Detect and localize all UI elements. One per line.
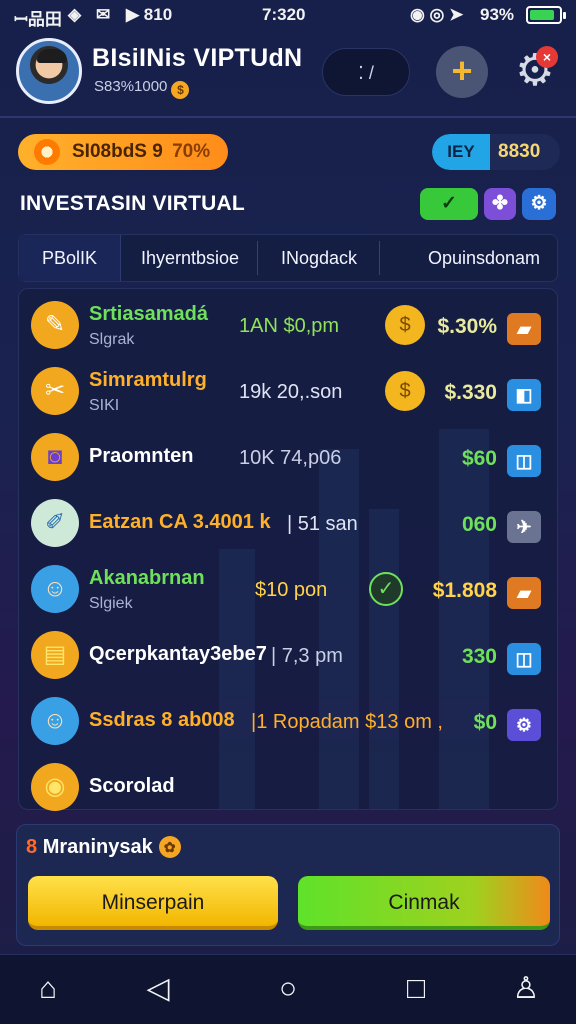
row-icon: ◙: [31, 433, 79, 481]
row-action-button[interactable]: ✈: [507, 511, 541, 543]
tab-feedback[interactable]: INogdack: [259, 235, 379, 281]
tab-investment[interactable]: Ihyerntbsioe: [123, 235, 257, 281]
row-action-button[interactable]: ▰: [507, 313, 541, 345]
row-price: $.330: [444, 381, 497, 404]
row-name: Srtiasamadá: [89, 303, 208, 325]
section-title: INVESTASIN VIRTUAL: [20, 192, 245, 215]
row-action-button[interactable]: ◫: [507, 643, 541, 675]
list-item[interactable]: ◉ Scorolad: [19, 757, 559, 823]
back-icon[interactable]: ◁: [136, 967, 180, 1011]
list-item[interactable]: ☺ Akanabrnan Slgiek $10 pon ✓ $1.808 ▰: [19, 559, 559, 625]
row-price: 330: [461, 645, 497, 668]
tab-options[interactable]: Opuinsdonam: [409, 235, 559, 281]
level-icon: [34, 139, 60, 165]
profile-icon[interactable]: ♙: [504, 967, 548, 1011]
row-name: Ssdras 8 ab008: [89, 709, 235, 731]
battery-icon: [526, 6, 566, 24]
list-item[interactable]: ☺ Ssdras 8 ab008 |1 Ropadam $13 om , $0 …: [19, 691, 559, 757]
row-subtitle: Slgrak: [89, 331, 135, 348]
row-name: Praomnten: [89, 445, 194, 467]
row-detail: 19k 20,.son: [239, 381, 343, 403]
investment-list: ✎ Srtiasamadá Slgrak 1AN $0,pm $ $.30% ▰…: [18, 288, 559, 811]
bottom-label: 8 Mraninysak ✿: [26, 836, 181, 859]
row-icon: ✐: [31, 499, 79, 547]
row-action-button[interactable]: ◧: [507, 379, 541, 411]
currency-code: IEY: [432, 134, 490, 170]
right-action-button[interactable]: Cinmak: [298, 876, 550, 930]
list-item[interactable]: ✐ Eatzan CA 3.4001 k | 51 san 060 ✈: [19, 493, 559, 559]
currency-pill[interactable]: IEY 8830: [432, 134, 560, 170]
row-detail: | 7,3 pm: [271, 645, 343, 667]
row-price: $0: [473, 711, 497, 734]
row-icon: ☺: [31, 565, 79, 613]
section-settings-button[interactable]: ⚙: [522, 188, 556, 220]
row-name: Akanabrnan: [89, 567, 205, 589]
row-detail: $10 pon: [255, 579, 328, 601]
row-detail: |1 Ropadam $13 om ,: [251, 711, 443, 733]
row-icon: ◉: [31, 763, 79, 811]
tab-bar: PBolIK Ihyerntbsioe INogdack Opuinsdonam: [18, 234, 558, 282]
home-circle-icon[interactable]: ○: [266, 967, 310, 1011]
puzzle-button[interactable]: ✤: [484, 188, 516, 220]
coin-icon: $: [385, 305, 425, 345]
row-icon: ✂: [31, 367, 79, 415]
row-name: Scorolad: [89, 775, 175, 797]
mail-icon: ✉: [96, 5, 111, 24]
row-action-button[interactable]: ⚙: [507, 709, 541, 741]
coin-icon: $: [171, 81, 190, 99]
home-icon[interactable]: ⌂: [26, 967, 70, 1011]
row-name: Simramtulrg: [89, 369, 207, 391]
status-bar: ꟷ品田 ◈ ✉ ▶ 810 7:320 ◉ ◎ ➤ 93%: [0, 0, 576, 30]
bottom-label-prefix: 8: [26, 836, 38, 858]
search-button[interactable]: ⁚ /: [322, 48, 410, 96]
recents-icon[interactable]: □: [394, 967, 438, 1011]
row-detail: 10K 74,p06: [239, 447, 342, 469]
row-detail: | 51 san: [287, 513, 358, 535]
check-button[interactable]: ✓: [420, 188, 478, 220]
row-subtitle: Slgiek: [89, 595, 133, 612]
row-name: Qcerpkantay3ebe7: [89, 643, 267, 665]
list-item[interactable]: ✎ Srtiasamadá Slgrak 1AN $0,pm $ $.30% ▰: [19, 295, 559, 361]
currency-value: 8830: [498, 141, 541, 162]
row-name: Eatzan CA 3.4001 k: [89, 511, 271, 533]
row-subtitle: SIKI: [89, 397, 120, 414]
notification-badge[interactable]: ×: [536, 46, 558, 68]
add-button[interactable]: +: [436, 46, 488, 98]
status-extra: ▶ 810: [126, 5, 173, 24]
wifi-icon: ◈: [68, 5, 82, 24]
battery-percent: 93%: [480, 5, 515, 24]
status-time: 7:320: [262, 5, 306, 24]
row-action-button[interactable]: ▰: [507, 577, 541, 609]
tab-public[interactable]: PBolIK: [19, 235, 121, 281]
level-label: SI08bdS 9: [72, 141, 163, 162]
status-right-icons: ◉ ◎ ➤: [410, 5, 464, 24]
row-price: $1.808: [432, 579, 497, 602]
row-icon: ☺: [31, 697, 79, 745]
bottom-label-text: Mraninysak: [42, 836, 153, 858]
row-action-button[interactable]: ◫: [507, 445, 541, 477]
coin-icon: $: [385, 371, 425, 411]
list-item[interactable]: ▤ Qcerpkantay3ebe7 | 7,3 pm 330 ◫: [19, 625, 559, 691]
row-icon: ▤: [31, 631, 79, 679]
tab-separator: [257, 241, 258, 275]
list-item[interactable]: ◙ Praomnten 10K 74,p06 $60 ◫: [19, 427, 559, 493]
avatar[interactable]: [16, 38, 82, 104]
check-badge-icon: ✓: [369, 572, 403, 606]
balance-value: S83%1000: [94, 78, 168, 95]
status-left-icons: ꟷ品田: [14, 10, 62, 29]
app-title: BIsiINis VIPTUdN: [92, 44, 303, 72]
tab-separator: [379, 241, 380, 275]
row-price: $60: [461, 447, 497, 470]
badge-icon: ✿: [158, 836, 181, 858]
left-action-button[interactable]: Minserpain: [28, 876, 278, 930]
level-percent: 70%: [172, 141, 211, 162]
balance: S83%1000 $: [94, 78, 190, 99]
row-icon: ✎: [31, 301, 79, 349]
row-price: $.30%: [437, 315, 497, 338]
row-detail: 1AN $0,pm: [239, 315, 340, 337]
row-price: 060: [461, 513, 497, 536]
list-item[interactable]: ✂ Simramtulrg SIKI 19k 20,.son $ $.330 ◧: [19, 361, 559, 427]
header-divider: [0, 116, 576, 118]
navigation-bar: ⌂ ◁ ○ □ ♙: [0, 954, 576, 1024]
